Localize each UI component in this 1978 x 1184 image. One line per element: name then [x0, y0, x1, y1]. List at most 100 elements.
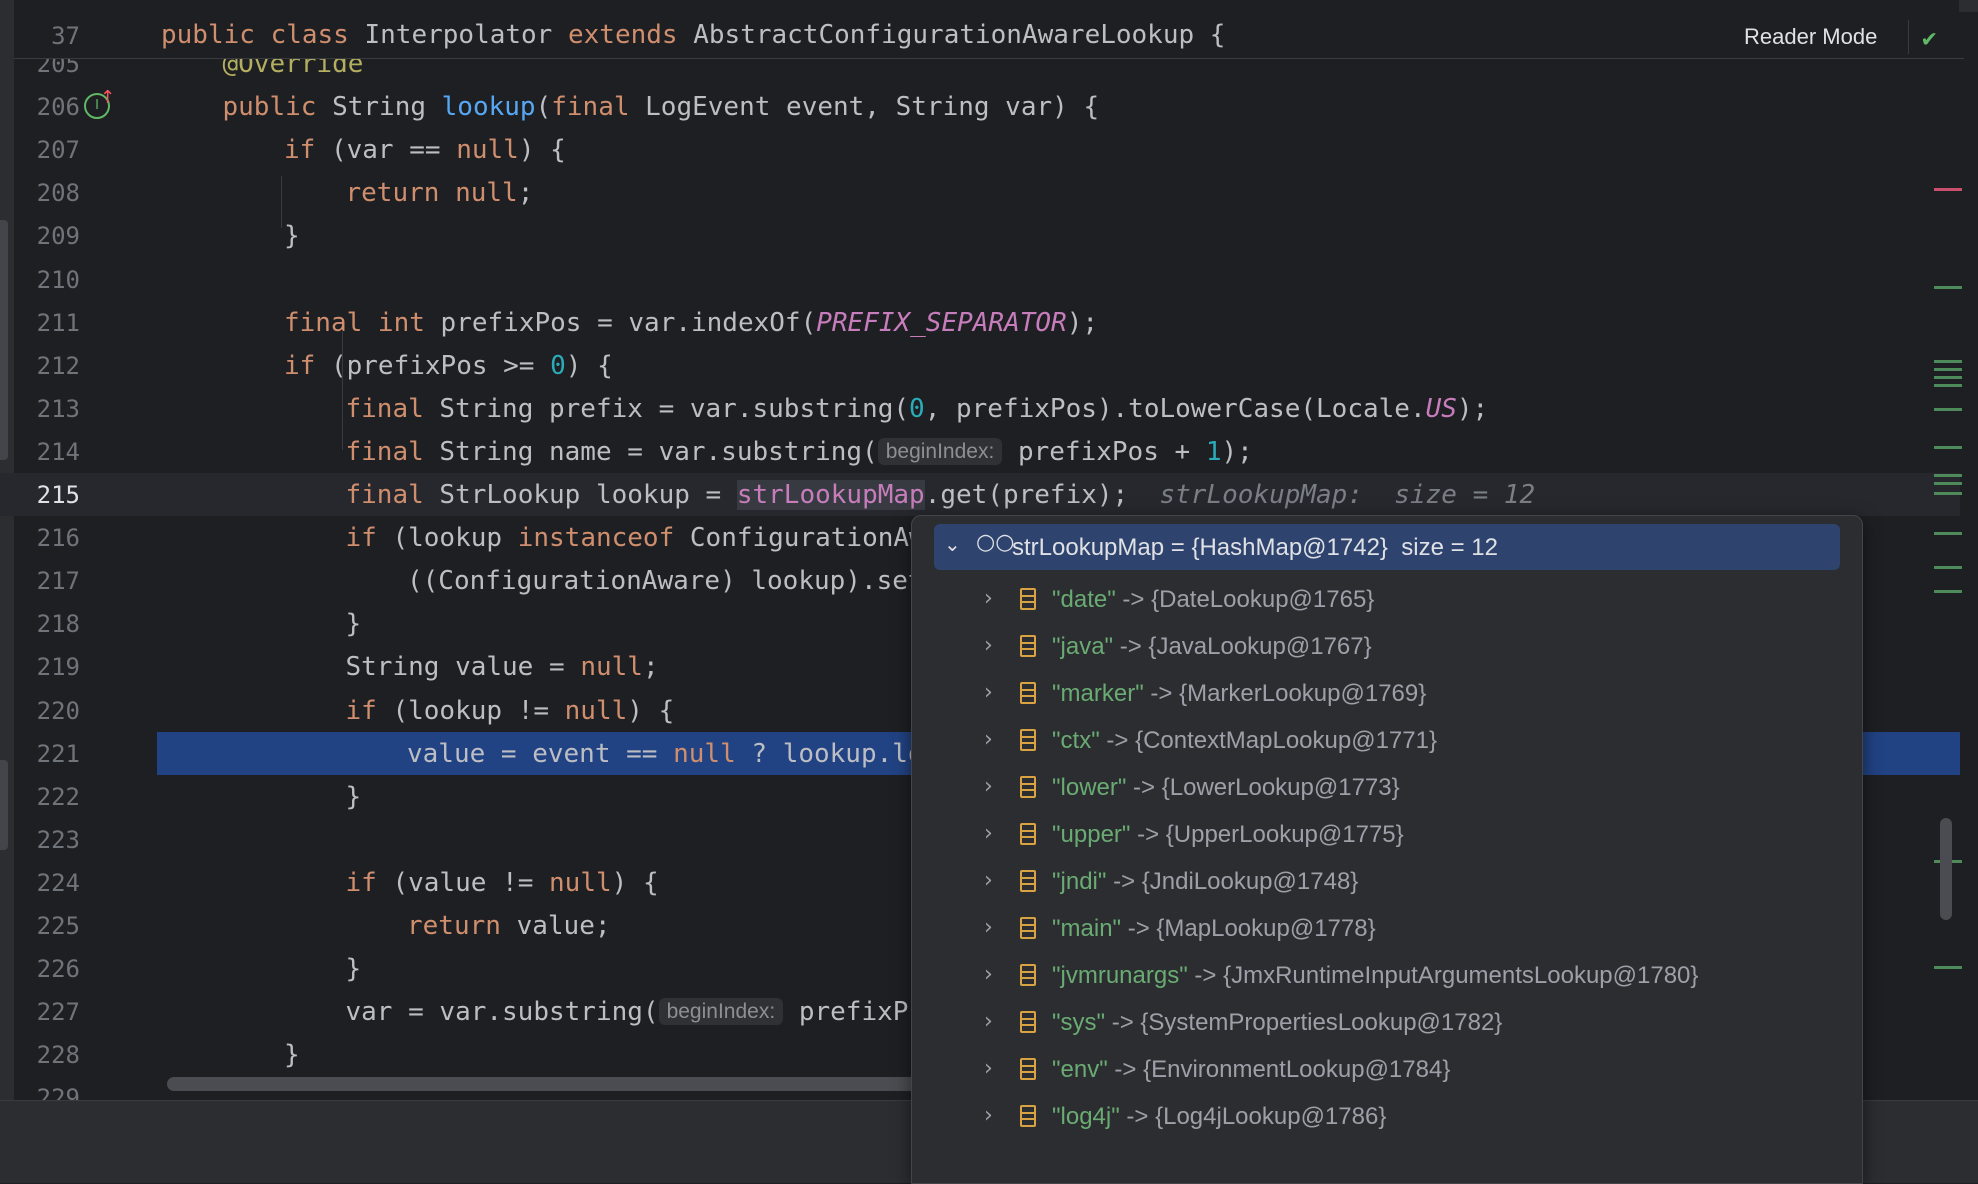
map-entry-icon — [1020, 1058, 1036, 1080]
code-line[interactable]: 213 final String prefix = var.substring(0… — [0, 387, 1960, 430]
code-token: extends — [568, 20, 694, 50]
chevron-right-icon[interactable]: › — [984, 774, 993, 799]
entry-key: "java" -> {JavaLookup@1767} — [1052, 633, 1372, 660]
code-token: } — [345, 609, 362, 640]
code-token: StrLookup lookup = — [439, 480, 737, 510]
debug-value-popup[interactable]: ⌄ ○○ strLookupMap = {HashMap@1742} size … — [911, 515, 1863, 1184]
entry-value: -> {SystemPropertiesLookup@1782} — [1105, 1009, 1503, 1036]
chevron-right-icon[interactable]: › — [984, 586, 993, 611]
map-entry-node[interactable]: › "jndi" -> {JndiLookup@1748} — [934, 858, 1840, 905]
line-number[interactable]: 206 — [14, 93, 80, 121]
chevron-right-icon[interactable]: › — [984, 821, 993, 846]
entry-value: -> {UpperLookup@1775} — [1130, 821, 1404, 848]
line-number[interactable]: 228 — [14, 1041, 80, 1069]
line-number[interactable]: 219 — [14, 653, 80, 681]
line-number[interactable]: 224 — [14, 869, 80, 897]
sticky-scroll-header[interactable]: 37 public class Interpolator extends Abs… — [14, 14, 1964, 59]
chevron-right-icon[interactable]: › — [984, 680, 993, 705]
line-number[interactable]: 210 — [14, 266, 80, 294]
line-number[interactable]: 226 — [14, 955, 80, 983]
error-stripe-mark[interactable] — [1934, 188, 1962, 191]
entry-value: -> {MapLookup@1778} — [1121, 915, 1376, 942]
map-entry-node[interactable]: › "lower" -> {LowerLookup@1773} — [934, 764, 1840, 811]
map-entry-node[interactable]: › "upper" -> {UpperLookup@1775} — [934, 811, 1840, 858]
code-line[interactable]: 208 return null; — [0, 171, 1960, 214]
chevron-right-icon[interactable]: › — [984, 868, 993, 893]
map-entry-node[interactable]: › "java" -> {JavaLookup@1767} — [934, 623, 1840, 670]
chevron-right-icon[interactable]: › — [984, 1056, 993, 1081]
line-number[interactable]: 215 — [14, 481, 80, 509]
line-number[interactable]: 225 — [14, 912, 80, 940]
map-entry-node[interactable]: › "jvmrunargs" -> {JmxRuntimeInputArgumen… — [934, 952, 1840, 999]
code-token: 1 — [1205, 436, 1222, 467]
map-entry-node[interactable]: › "marker" -> {MarkerLookup@1769} — [934, 670, 1840, 717]
code-line[interactable]: 210 — [0, 258, 1960, 301]
reader-mode-button[interactable]: Reader Mode — [1744, 24, 1877, 50]
entry-value: -> {EnvironmentLookup@1784} — [1107, 1056, 1451, 1083]
code-token: final int — [284, 307, 441, 338]
line-number[interactable]: 223 — [14, 826, 80, 854]
line-number[interactable]: 214 — [14, 438, 80, 466]
code-token: String name = var.substring( — [439, 436, 878, 467]
change-stripe-mark[interactable] — [1934, 286, 1962, 289]
code-token: , prefixPos).toLowerCase(Locale. — [924, 393, 1426, 424]
map-entry-icon — [1020, 635, 1036, 657]
map-entry-node[interactable]: › "env" -> {EnvironmentLookup@1784} — [934, 1046, 1840, 1093]
code-token: ConfigurationAw — [689, 523, 925, 554]
code-line[interactable]: 212 if (prefixPos >= 0) { — [0, 344, 1960, 387]
code-token: strLookupMap — [736, 480, 925, 510]
entry-key: "ctx" -> {ContextMapLookup@1771} — [1052, 727, 1437, 754]
line-number[interactable]: 213 — [14, 395, 80, 423]
map-entry-node[interactable]: › "date" -> {DateLookup@1765} — [934, 576, 1840, 623]
line-number[interactable]: 220 — [14, 697, 80, 725]
chevron-right-icon[interactable]: › — [984, 633, 993, 658]
code-token: (value != — [392, 867, 550, 898]
code-token: ((ConfigurationAware) lookup).set — [407, 566, 924, 597]
map-entry-node[interactable]: › "log4j" -> {Log4jLookup@1786} — [934, 1093, 1840, 1140]
code-token: String — [332, 92, 442, 123]
code-text: } — [284, 221, 300, 251]
chevron-down-icon[interactable]: ⌄ — [944, 532, 961, 556]
line-number[interactable]: 222 — [14, 783, 80, 811]
map-entry-node[interactable]: › "sys" -> {SystemPropertiesLookup@1782} — [934, 999, 1840, 1046]
chevron-right-icon[interactable]: › — [984, 962, 993, 987]
chevron-right-icon[interactable]: › — [984, 1103, 993, 1128]
chevron-right-icon[interactable]: › — [984, 727, 993, 752]
error-stripe-scrollbar[interactable] — [1938, 58, 1958, 1098]
code-token: if — [345, 523, 393, 554]
line-number[interactable]: 212 — [14, 352, 80, 380]
code-line[interactable]: 214 final String name = var.substring(beg… — [0, 430, 1960, 473]
code-token: if — [284, 350, 331, 381]
line-number[interactable]: 209 — [14, 222, 80, 250]
popup-root-node[interactable]: ⌄ ○○ strLookupMap = {HashMap@1742} size … — [934, 524, 1840, 570]
chevron-right-icon[interactable]: › — [984, 1009, 993, 1034]
chevron-right-icon[interactable]: › — [984, 915, 993, 940]
vertical-scrollbar-thumb[interactable] — [1940, 818, 1952, 920]
line-number[interactable]: 227 — [14, 998, 80, 1026]
code-token: final — [345, 436, 440, 467]
entry-key: "lower" -> {LowerLookup@1773} — [1052, 774, 1400, 801]
line-number[interactable]: 211 — [14, 309, 80, 337]
map-entry-node[interactable]: › "ctx" -> {ContextMapLookup@1771} — [934, 717, 1840, 764]
go-to-super-arrow-icon[interactable]: ↑ — [100, 87, 115, 108]
code-line[interactable]: 209} — [0, 214, 1960, 257]
line-number[interactable]: 207 — [14, 136, 80, 164]
line-number[interactable]: 216 — [14, 524, 80, 552]
code-token: Interpolator — [364, 20, 568, 50]
line-number[interactable]: 208 — [14, 179, 80, 207]
inspection-ok-icon[interactable]: ✔ — [1922, 24, 1936, 52]
code-line[interactable]: 215 final StrLookup lookup = strLookupMap… — [0, 473, 1960, 516]
code-token: 0 — [909, 393, 925, 424]
line-number[interactable]: 217 — [14, 567, 80, 595]
horizontal-scrollbar-thumb[interactable] — [167, 1077, 927, 1091]
code-token: ) { — [518, 135, 566, 166]
map-entry-node[interactable]: › "main" -> {MapLookup@1778} — [934, 905, 1840, 952]
code-line[interactable]: 211 final int prefixPos = var.indexOf(PRE… — [0, 301, 1960, 344]
code-text: var = var.substring(beginIndex: prefixP — [346, 997, 909, 1027]
line-number[interactable]: 221 — [14, 740, 80, 768]
code-line[interactable]: 207 if (var == null) { — [0, 128, 1960, 171]
map-entry-icon — [1020, 588, 1036, 610]
code-line[interactable]: 206 I ↑ public String lookup(final LogEvent… — [0, 85, 1960, 128]
line-number[interactable]: 218 — [14, 610, 80, 638]
code-token: (lookup — [392, 523, 518, 554]
